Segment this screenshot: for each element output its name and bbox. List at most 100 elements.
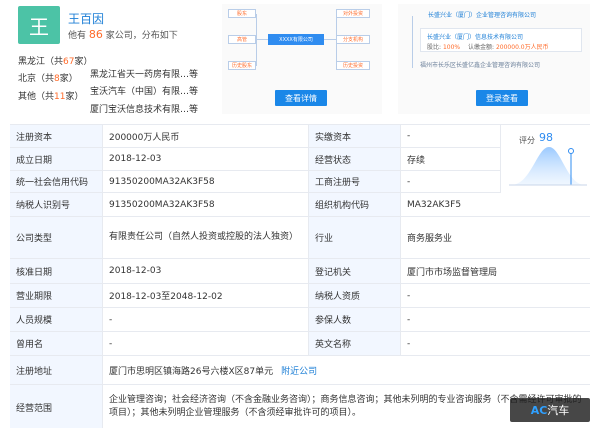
address-label: 注册地址 <box>10 356 102 384</box>
taxpayer-id-label: 纳税人识别号 <box>10 193 102 216</box>
credit-code-label: 统一社会信用代码 <box>10 171 102 192</box>
graph-node-history-shareholder: 历史股东 <box>228 61 256 70</box>
taxpayer-qual-value: - <box>400 284 590 307</box>
graph-line <box>324 39 336 40</box>
org-code-label: 组织机构代码 <box>308 193 400 216</box>
tree-sibling: 福州市长乐区长盛亿鑫企业管理咨询有限公司 <box>420 62 541 69</box>
company-type-label: 公司类型 <box>10 217 102 258</box>
watermark-brand-a: AC <box>530 403 548 417</box>
table-row: 营业期限 2018-12-03至2048-12-02 纳税人资质 - <box>10 284 590 308</box>
term-value: 2018-12-03至2048-12-02 <box>102 284 308 307</box>
business-info-table: 注册资本 200000万人民币 实缴资本 - 成立日期 2018-12-03 经… <box>10 124 590 428</box>
term-label: 营业期限 <box>10 284 102 307</box>
region-count: 11 <box>54 92 66 102</box>
capital-label: 认缴金额: <box>468 44 495 51</box>
tree-root: 长盛兴业（厦门）企业管理咨询有限公司 <box>428 12 537 19</box>
company-link-2[interactable]: 宝沃汽车（中国）有限…等 <box>90 84 198 97</box>
tree-child-name: 长盛兴业（厦门）信息技术有限公司 <box>427 34 524 41</box>
login-to-view-button[interactable]: 登录查看 <box>476 90 528 106</box>
company-type-value: 有限责任公司（自然人投资或控股的法人独资） <box>102 217 308 258</box>
paid-capital-value: - <box>400 125 500 147</box>
insured-value: - <box>400 308 590 331</box>
region-close: 家） <box>74 57 93 67</box>
graph-node-branch: 分支机构 <box>336 35 370 44</box>
avatar: 王 <box>18 6 60 44</box>
graph-node-executive: 高管 <box>228 35 256 44</box>
region-heilongjiang[interactable]: 黑龙江（共67家） <box>18 54 93 67</box>
reg-capital-label: 注册资本 <box>10 125 102 147</box>
business-scope-label: 经营范围 <box>10 385 102 428</box>
staff-size-value: - <box>102 308 308 331</box>
watermark-brand-b: 汽车 <box>547 404 570 417</box>
table-row: 曾用名 - 英文名称 - <box>10 332 590 356</box>
count-suffix: 家公司，分布如下 <box>105 31 178 41</box>
authority-label: 登记机关 <box>308 259 400 283</box>
tree-child-share: 股比: 100% 认缴金额: 200000.0万人民币 <box>427 42 549 51</box>
tree-line <box>412 16 413 68</box>
approved-date-value: 2018-12-03 <box>102 259 308 283</box>
company-link-1[interactable]: 黑龙江省天一药房有限…等 <box>90 67 198 80</box>
table-row: 核准日期 2018-12-03 登记机关 厦门市市场监督管理局 <box>10 259 590 284</box>
graph-node-company: XXXX有限公司 <box>268 34 324 45</box>
address-value: 厦门市思明区镇海路26号六楼X区87单元 <box>109 366 274 377</box>
capital-value: 200000.0万人民币 <box>495 44 549 51</box>
authority-value: 厦门市市场监督管理局 <box>400 259 590 283</box>
region-close: 家） <box>59 74 78 84</box>
graph-node-shareholder: 股东 <box>228 9 256 18</box>
credit-code-value: 91350200MA32AK3F58 <box>102 171 308 192</box>
taxpayer-id-value: 91350200MA32AK3F58 <box>102 193 308 216</box>
address-cell: 厦门市思明区镇海路26号六楼X区87单元 附近公司 <box>102 356 590 384</box>
count-number: 86 <box>88 28 103 41</box>
score-curve <box>509 147 587 186</box>
tree-child-card: 长盛兴业（厦门）信息技术有限公司 股比: 100% 认缴金额: 200000.0… <box>420 28 582 52</box>
region-close: 家） <box>65 92 84 102</box>
company-count: 他有 86 家公司，分布如下 <box>68 28 178 41</box>
region-name: 黑龙江 <box>18 57 46 67</box>
region-name: 北京 <box>18 74 37 84</box>
paid-capital-label: 实缴资本 <box>308 125 400 147</box>
approved-date-label: 核准日期 <box>10 259 102 283</box>
region-count: 67 <box>63 57 75 67</box>
company-link-3[interactable]: 厦门宝沃信息技术有限…等 <box>90 102 198 115</box>
status-value: 存续 <box>400 148 500 170</box>
english-name-value: - <box>400 332 590 355</box>
share-label: 股比: <box>427 44 442 51</box>
person-summary: 王 王百因 他有 86 家公司，分布如下 黑龙江（共67家） 北京（共8家） 其… <box>0 0 600 118</box>
region-open: （共 <box>45 57 64 67</box>
biz-reg-value: - <box>400 171 500 192</box>
view-details-button[interactable]: 查看详情 <box>275 90 327 106</box>
former-name-label: 曾用名 <box>10 332 102 355</box>
person-name-link[interactable]: 王百因 <box>68 10 104 27</box>
english-name-label: 英文名称 <box>308 332 400 355</box>
region-name: 其他 <box>18 92 37 102</box>
graph-node-history-investment: 历史投资 <box>336 61 370 70</box>
table-row: 纳税人识别号 91350200MA32AK3F58 组织机构代码 MA32AK3… <box>10 193 590 217</box>
biz-reg-label: 工商注册号 <box>308 171 400 192</box>
table-row: 经营范围 企业管理咨询；社会经济咨询（不含金融业务咨询）；商务信息咨询；其他未列… <box>10 385 590 428</box>
table-row: 人员规模 - 参保人数 - <box>10 308 590 332</box>
founded-label: 成立日期 <box>10 148 102 170</box>
region-other[interactable]: 其他（共11家） <box>18 89 84 102</box>
founded-value: 2018-12-03 <box>102 148 308 170</box>
watermark-logo: AC 汽车 <box>510 398 590 422</box>
share-value: 100% <box>442 44 461 51</box>
score-area <box>511 147 585 185</box>
graph-node-investment: 对外投资 <box>336 9 370 18</box>
score-widget[interactable]: 评分 98 <box>500 125 590 193</box>
reg-capital-value: 200000万人民币 <box>102 125 308 147</box>
score-marker-dot <box>568 148 574 154</box>
region-beijing[interactable]: 北京（共8家） <box>18 71 78 84</box>
graph-line <box>256 14 257 66</box>
status-label: 经营状态 <box>308 148 400 170</box>
graph-line <box>256 39 268 40</box>
region-open: （共 <box>36 92 55 102</box>
industry-label: 行业 <box>308 217 400 258</box>
org-code-value: MA32AK3F5 <box>400 193 590 216</box>
table-row: 注册地址 厦门市思明区镇海路26号六楼X区87单元 附近公司 <box>10 356 590 385</box>
nearby-companies-link[interactable]: 附近公司 <box>281 364 317 377</box>
former-name-value: - <box>102 332 308 355</box>
table-row: 公司类型 有限责任公司（自然人投资或控股的法人独资） 行业 商务服务业 <box>10 217 590 259</box>
industry-value: 商务服务业 <box>400 217 590 258</box>
taxpayer-qual-label: 纳税人资质 <box>308 284 400 307</box>
count-prefix: 他有 <box>68 31 87 41</box>
